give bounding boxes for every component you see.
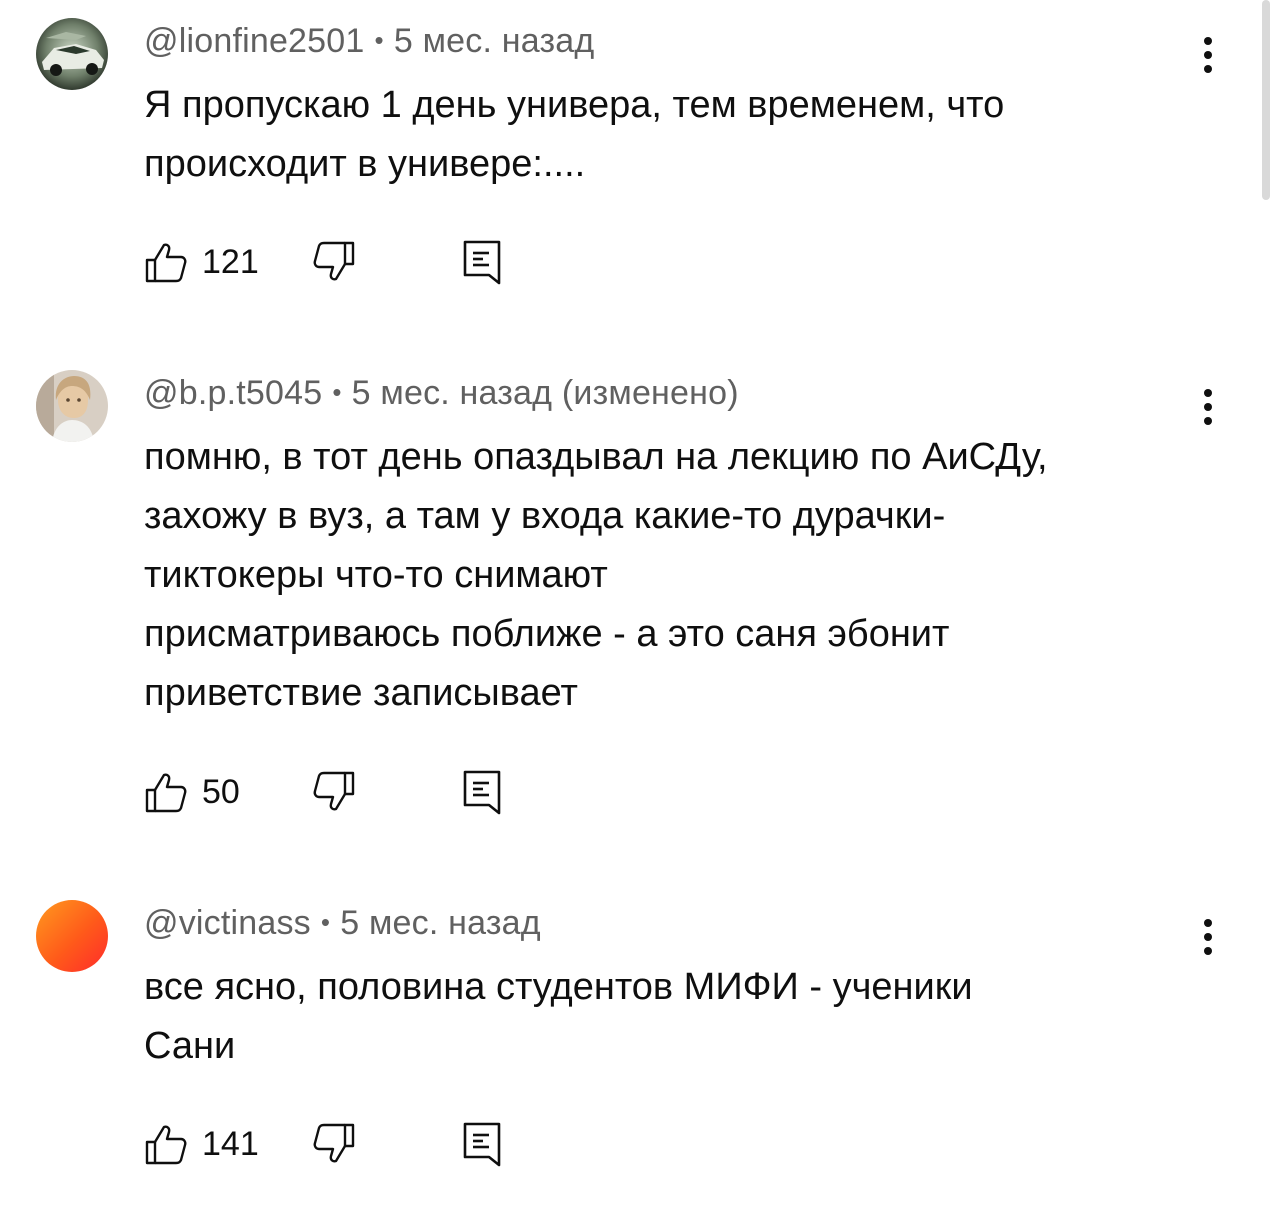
avatar[interactable] xyxy=(36,900,108,972)
like-count: 50 xyxy=(202,772,240,811)
comment-time[interactable]: 5 мес. назад xyxy=(352,374,553,412)
scrollbar-thumb[interactable] xyxy=(1262,0,1270,200)
more-options-button[interactable] xyxy=(1188,382,1228,432)
more-options-button[interactable] xyxy=(1188,912,1228,962)
reply-button[interactable] xyxy=(462,768,502,816)
comment-text: Я пропускаю 1 день универа, тем временем… xyxy=(144,84,1005,185)
person-avatar-image xyxy=(36,370,108,442)
scrollbar[interactable] xyxy=(1262,0,1272,200)
more-vert-icon xyxy=(1204,919,1212,955)
dislike-button[interactable] xyxy=(312,238,356,286)
thumb-up-icon xyxy=(145,243,187,283)
thumb-down-icon xyxy=(313,241,355,281)
comment-actions: 121 xyxy=(144,238,564,286)
comment-time[interactable]: 5 мес. назад xyxy=(340,904,541,942)
reply-button[interactable] xyxy=(462,1120,502,1168)
avatar[interactable] xyxy=(36,18,108,90)
like-count: 121 xyxy=(202,242,259,281)
comment-3: @victinass • 5 мес. назад все ясно, полови… xyxy=(0,882,1280,1202)
like-button[interactable]: 121 xyxy=(144,238,262,286)
thumb-down-icon xyxy=(313,1123,355,1163)
comment-text: все ясно, половина студентов МИФИ - учен… xyxy=(144,966,973,1067)
dislike-button[interactable] xyxy=(312,1120,356,1168)
separator-dot: • xyxy=(320,907,331,937)
more-vert-icon xyxy=(1204,389,1212,425)
comment-text: помню, в тот день опаздывал на лекцию по… xyxy=(144,436,1048,714)
edited-label: (изменено) xyxy=(561,374,739,412)
separator-dot: • xyxy=(332,377,342,407)
comment-author[interactable]: @b.p.t5045 xyxy=(144,374,322,412)
dislike-button[interactable] xyxy=(312,768,356,816)
orange-avatar-image xyxy=(36,900,108,972)
like-button[interactable]: 141 xyxy=(144,1120,262,1168)
reply-icon xyxy=(463,770,501,815)
comment-actions: 141 xyxy=(144,1120,564,1168)
separator-dot: • xyxy=(374,25,384,55)
comment-2: @b.p.t5045 • 5 мес. назад (изменено) помню… xyxy=(0,352,1280,862)
car-avatar-image xyxy=(36,18,108,90)
thumb-up-icon xyxy=(145,1125,187,1165)
comment-author[interactable]: @victinass xyxy=(144,904,311,942)
comment-meta: @b.p.t5045 • 5 мес. назад (изменено) xyxy=(144,374,739,413)
comment-time[interactable]: 5 мес. назад xyxy=(394,22,595,60)
comment-meta: @victinass • 5 мес. назад xyxy=(144,904,541,943)
reply-button[interactable] xyxy=(462,238,502,286)
comment-author[interactable]: @lionfine2501 xyxy=(144,22,365,60)
like-count: 141 xyxy=(202,1124,259,1163)
more-vert-icon xyxy=(1204,37,1212,73)
thumb-down-icon xyxy=(313,771,355,811)
avatar[interactable] xyxy=(36,370,108,442)
comment-meta: @lionfine2501 • 5 мес. назад xyxy=(144,22,594,61)
reply-icon xyxy=(463,1122,501,1167)
comment-1: @lionfine2501 • 5 мес. назад Я пропускаю 1… xyxy=(0,0,1280,330)
reply-icon xyxy=(463,240,501,285)
like-button[interactable]: 50 xyxy=(144,768,262,816)
comment-actions: 50 xyxy=(144,768,564,816)
thumb-up-icon xyxy=(145,773,187,813)
more-options-button[interactable] xyxy=(1188,30,1228,80)
